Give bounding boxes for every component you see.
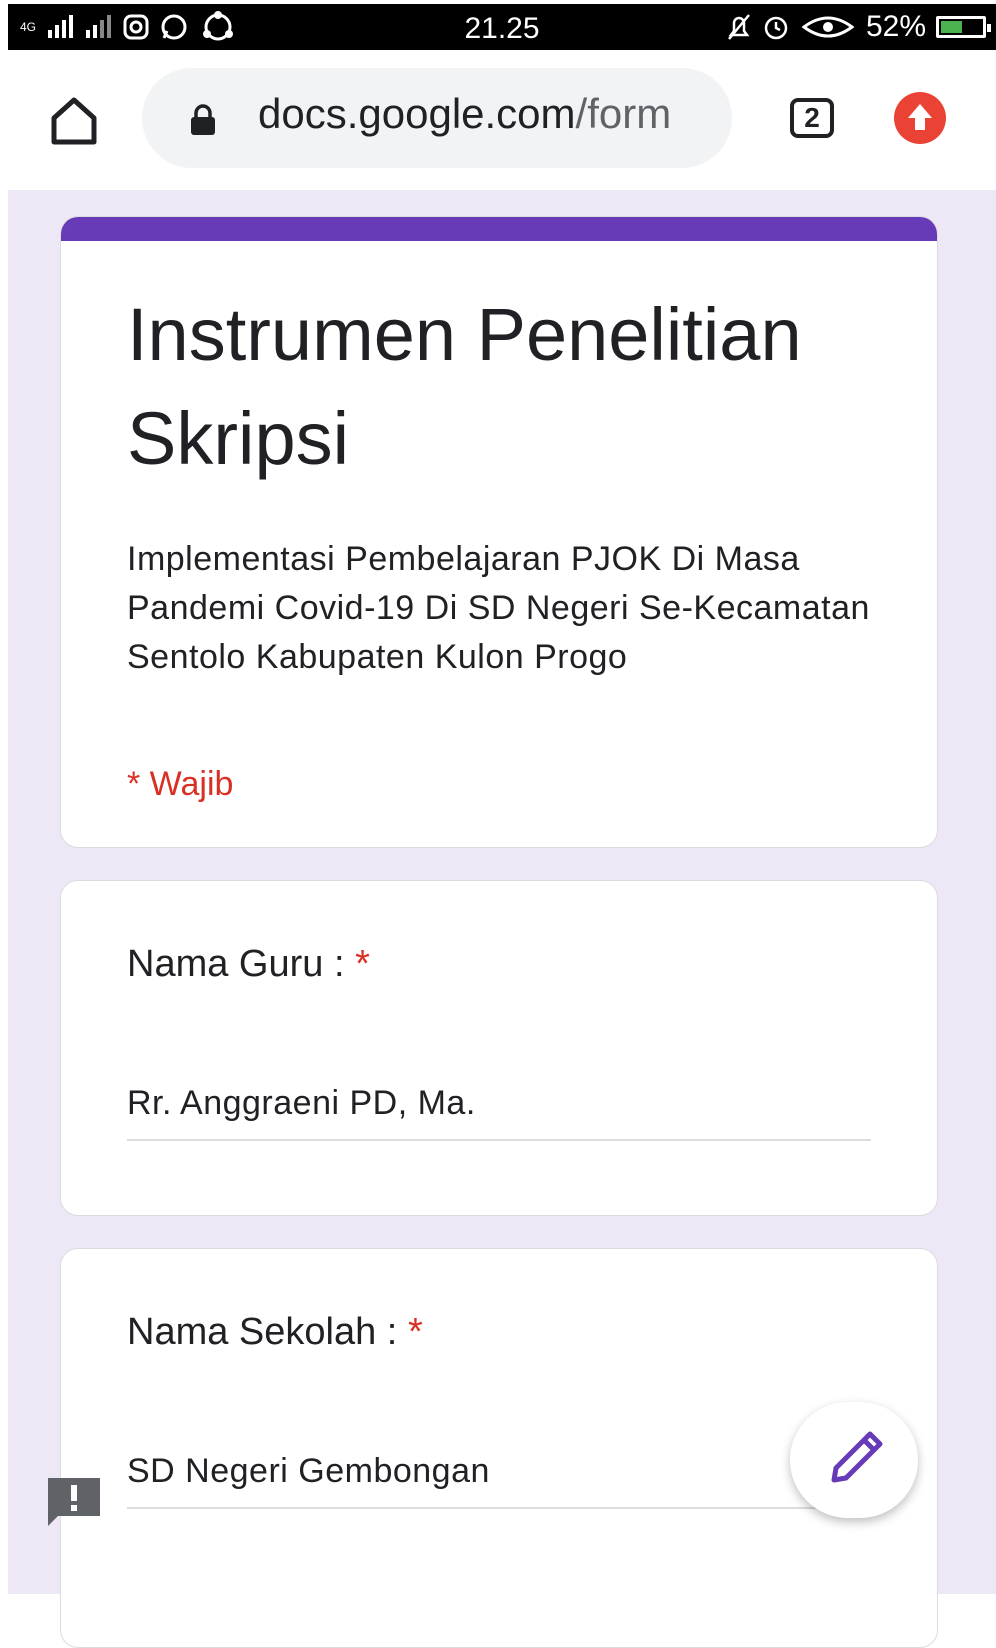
pencil-icon — [831, 1431, 883, 1483]
lock-icon — [191, 104, 215, 135]
question-card: Nama Guru : * Rr. Anggraeni PD, Ma. — [60, 880, 938, 1216]
url-path: /form — [575, 90, 672, 137]
battery-icon — [936, 16, 991, 38]
status-icons-right: 52% — [726, 10, 991, 44]
required-asterisk: * — [407, 1311, 423, 1353]
edit-fab-button[interactable] — [790, 1402, 918, 1518]
update-button[interactable] — [894, 92, 946, 144]
battery-percent: 52% — [865, 10, 926, 43]
question-label: Nama Sekolah : * — [127, 1311, 423, 1354]
status-bar: 4G 21.25 52% — [8, 4, 996, 50]
feedback-icon — [48, 1478, 100, 1526]
arrow-up-icon — [908, 104, 932, 130]
url-domain: docs.google.com — [258, 90, 576, 137]
question-text: Nama Sekolah : — [127, 1311, 398, 1353]
form-background: Instrumen Penelitian Skripsi Implementas… — [8, 190, 996, 1648]
answer-input[interactable]: SD Negeri Gembongan — [127, 1449, 871, 1509]
battery-fill — [941, 21, 962, 33]
form-header-card: Instrumen Penelitian Skripsi Implementas… — [60, 216, 938, 848]
answer-input[interactable]: Rr. Anggraeni PD, Ma. — [127, 1081, 871, 1141]
form-title: Instrumen Penelitian Skripsi — [127, 293, 802, 480]
address-bar[interactable]: docs.google.com/form — [142, 68, 732, 168]
accent-strip — [61, 217, 937, 241]
url-text: docs.google.com/form — [258, 90, 671, 138]
question-text: Nama Guru : — [127, 943, 345, 985]
silent-icon — [727, 14, 750, 40]
required-note: * Wajib — [127, 765, 234, 803]
form-description: Implementasi Pembelajaran PJOK Di Masa P… — [127, 540, 870, 676]
feedback-button[interactable] — [46, 1476, 102, 1528]
question-label: Nama Guru : * — [127, 943, 370, 986]
alarm-icon — [764, 16, 788, 40]
home-icon[interactable] — [46, 92, 102, 148]
tab-switcher-button[interactable]: 2 — [790, 98, 834, 138]
browser-toolbar: docs.google.com/form 2 — [8, 50, 996, 191]
required-asterisk: * — [355, 943, 370, 985]
eye-icon — [801, 16, 855, 38]
